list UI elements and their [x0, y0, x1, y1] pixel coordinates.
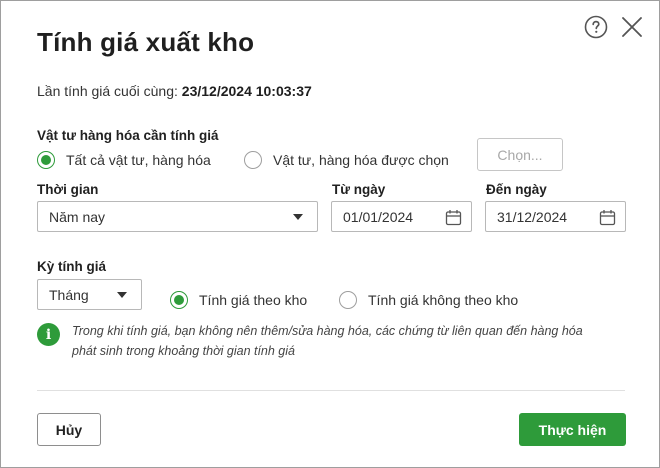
- radio-not-by-warehouse[interactable]: Tính giá không theo kho: [339, 291, 518, 309]
- from-date-input[interactable]: 01/01/2024: [331, 201, 472, 232]
- time-period-value: Năm nay: [49, 208, 106, 225]
- to-date-label: Đến ngày: [486, 182, 547, 197]
- choose-button[interactable]: Chọn...: [477, 138, 563, 171]
- from-date-value: 01/01/2024: [343, 208, 414, 225]
- footer-divider: [37, 390, 625, 391]
- info-text-line-2: phát sinh trong khoảng thời gian tính gi…: [72, 344, 295, 358]
- calculate-cost-dialog: Tính giá xuất kho Lần tính giá cuối cùng…: [0, 0, 660, 468]
- dialog-title: Tính giá xuất kho: [37, 27, 255, 57]
- pricing-period-value: Tháng: [49, 286, 89, 303]
- info-note: i Trong khi tính giá, bạn không nên thêm…: [37, 321, 627, 361]
- radio-by-warehouse-indicator[interactable]: [170, 291, 188, 309]
- radio-not-by-warehouse-indicator[interactable]: [339, 291, 357, 309]
- calendar-icon[interactable]: [445, 209, 462, 226]
- materials-label: Vật tư hàng hóa cần tính giá: [37, 128, 219, 143]
- radio-selected-materials-indicator[interactable]: [244, 151, 262, 169]
- calendar-icon[interactable]: [599, 209, 616, 226]
- radio-by-warehouse[interactable]: Tính giá theo kho: [170, 291, 307, 309]
- radio-all-materials[interactable]: Tất cả vật tư, hàng hóa: [37, 151, 211, 169]
- radio-by-warehouse-label: Tính giá theo kho: [199, 292, 308, 308]
- cancel-button[interactable]: Hủy: [37, 413, 101, 446]
- radio-all-materials-label: Tất cả vật tư, hàng hóa: [66, 152, 211, 168]
- info-icon: i: [37, 323, 60, 346]
- dialog-header-actions: [583, 14, 645, 40]
- close-icon[interactable]: [619, 14, 645, 40]
- execute-button[interactable]: Thực hiện: [519, 413, 626, 446]
- from-date-label: Từ ngày: [332, 182, 386, 197]
- pricing-period-label: Kỳ tính giá: [37, 259, 107, 274]
- radio-all-materials-indicator[interactable]: [37, 151, 55, 169]
- info-text-line-1: Trong khi tính giá, bạn không nên thêm/s…: [72, 324, 583, 338]
- time-period-select[interactable]: Năm nay: [37, 201, 318, 232]
- time-label: Thời gian: [37, 182, 99, 197]
- pricing-period-select[interactable]: Tháng: [37, 279, 142, 310]
- info-text: Trong khi tính giá, bạn không nên thêm/s…: [72, 321, 583, 361]
- help-icon[interactable]: [583, 14, 609, 40]
- chevron-down-icon: [293, 214, 303, 220]
- last-calculation-value: 23/12/2024 10:03:37: [181, 83, 312, 99]
- last-calculation: Lần tính giá cuối cùng: 23/12/2024 10:03…: [37, 83, 312, 99]
- to-date-input[interactable]: 31/12/2024: [485, 201, 626, 232]
- radio-selected-materials-label: Vật tư, hàng hóa được chọn: [273, 152, 449, 168]
- to-date-value: 31/12/2024: [497, 208, 568, 225]
- last-calculation-label: Lần tính giá cuối cùng:: [37, 83, 178, 99]
- radio-not-by-warehouse-label: Tính giá không theo kho: [368, 292, 519, 308]
- chevron-down-icon: [117, 292, 127, 298]
- radio-selected-materials[interactable]: Vật tư, hàng hóa được chọn: [244, 151, 449, 169]
